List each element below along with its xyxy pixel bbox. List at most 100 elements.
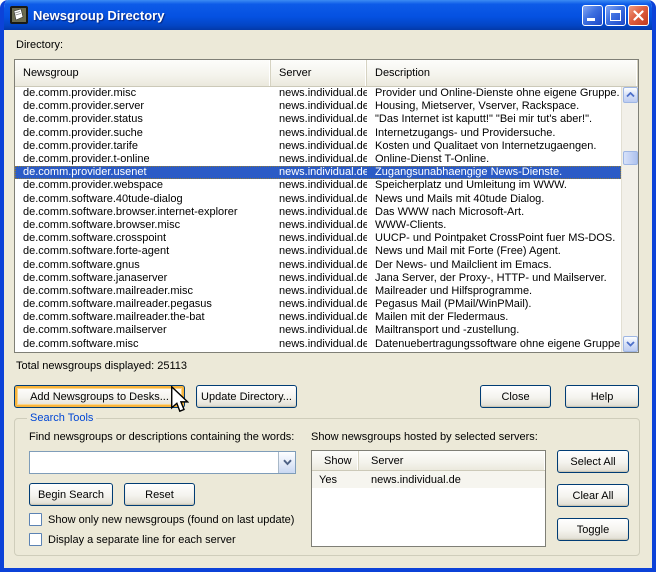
cell-description: Housing, Mietserver, Vserver, Rackspace. <box>375 100 580 113</box>
find-words-label: Find newsgroups or descriptions containi… <box>29 431 295 443</box>
begin-search-button[interactable]: Begin Search <box>29 483 113 506</box>
table-row[interactable]: de.comm.software.misc news.individual.de D… <box>15 338 621 351</box>
cell-description: Pegasus Mail (PMail/WinPMail). <box>375 298 532 311</box>
cell-server: news.individual.de <box>279 245 367 258</box>
show-only-new-checkbox[interactable] <box>29 513 42 526</box>
column-header-show[interactable]: Show <box>312 451 359 470</box>
table-row[interactable]: de.comm.software.browser.internet-explor… <box>15 206 621 219</box>
cell-server: news.individual.de <box>279 258 367 271</box>
newsgroup-directory-window: Newsgroup Directory Directory: Newsgroup… <box>0 0 656 572</box>
total-newsgroups-label: Total newsgroups displayed: 25113 <box>16 360 188 372</box>
search-words-combobox <box>29 451 296 474</box>
table-row[interactable]: de.comm.provider.suche news.individual.de… <box>15 127 621 140</box>
table-row[interactable]: de.comm.software.mailreader.the-bat news.… <box>15 311 621 324</box>
clear-all-button[interactable]: Clear All <box>557 484 629 507</box>
cell-newsgroup: de.comm.provider.status <box>23 113 143 126</box>
table-row[interactable]: de.comm.software.crosspoint news.individu… <box>15 232 621 245</box>
table-row[interactable]: de.comm.software.mailreader.misc news.ind… <box>15 285 621 298</box>
cell-newsgroup: de.comm.provider.tarife <box>23 139 138 152</box>
column-header-description[interactable]: Description <box>367 60 638 86</box>
cell-description: Mailtransport und -zustellung. <box>375 324 520 337</box>
scroll-up-button[interactable] <box>623 87 638 103</box>
add-newsgroups-button[interactable]: Add Newsgroups to Desks... <box>14 385 185 408</box>
cell-description: Kosten und Qualitaet von Internetzugaeng… <box>375 139 597 152</box>
cell-server: news.individual.de <box>279 232 367 245</box>
maximize-button[interactable] <box>605 4 626 26</box>
table-row[interactable]: de.comm.provider.misc news.individual.de P… <box>15 87 621 100</box>
cell-newsgroup: de.comm.software.mailreader.pegasus <box>23 298 212 311</box>
server-row[interactable]: Yes news.individual.de <box>312 471 545 488</box>
cell-description: Speicherplatz und Umleitung im WWW. <box>375 179 567 192</box>
newsgroup-table-header: Newsgroup Server Description <box>15 60 638 87</box>
help-button[interactable]: Help <box>565 385 639 408</box>
window-controls <box>582 4 649 27</box>
table-row[interactable]: de.comm.provider.tarife news.individual.d… <box>15 140 621 153</box>
column-header-newsgroup[interactable]: Newsgroup <box>15 60 271 86</box>
cell-newsgroup: de.comm.provider.usenet <box>23 166 147 179</box>
show-only-new-checkline: Show only new newsgroups (found on last … <box>29 513 294 526</box>
table-row[interactable]: de.comm.provider.status news.individual.d… <box>15 113 621 126</box>
toggle-button[interactable]: Toggle <box>557 518 629 541</box>
close-button[interactable] <box>628 4 649 27</box>
cell-description: Mailen mit der Fledermaus. <box>375 311 509 324</box>
vertical-scrollbar[interactable] <box>621 87 638 352</box>
chevron-down-icon <box>626 341 635 347</box>
cell-newsgroup: de.comm.provider.webspace <box>23 179 164 192</box>
cell-newsgroup: de.comm.provider.suche <box>23 126 143 139</box>
cell-newsgroup: de.comm.software.janaserver <box>23 271 168 284</box>
cell-server: news.individual.de <box>279 324 367 337</box>
search-words-input[interactable] <box>30 452 278 473</box>
close-icon <box>632 9 645 27</box>
titlebar: Newsgroup Directory <box>4 0 652 30</box>
update-directory-button[interactable]: Update Directory... <box>196 385 297 408</box>
cell-server: news.individual.de <box>279 218 367 231</box>
scroll-down-button[interactable] <box>623 336 638 352</box>
table-row[interactable]: de.comm.software.browser.misc news.indivi… <box>15 219 621 232</box>
table-row[interactable]: de.comm.software.janaserver news.individu… <box>15 272 621 285</box>
table-row-selected[interactable]: de.comm.provider.usenet news.individual.d… <box>15 166 621 180</box>
cell-server: news.individual.de <box>279 337 367 350</box>
table-row[interactable]: de.comm.provider.t-online news.individual… <box>15 153 621 166</box>
table-row[interactable]: de.comm.software.40tude-dialog news.indiv… <box>15 193 621 206</box>
search-tools-title: Search Tools <box>27 412 97 424</box>
cell-newsgroup: de.comm.provider.server <box>23 100 145 113</box>
cell-server: news.individual.de <box>279 179 367 192</box>
reset-button[interactable]: Reset <box>124 483 195 506</box>
cell-description: News und Mails mit 40tude Dialog. <box>375 192 545 205</box>
table-row[interactable]: de.comm.provider.server news.individual.d… <box>15 100 621 113</box>
newsgroup-table: Newsgroup Server Description de.comm.pro… <box>14 59 639 353</box>
cell-newsgroup: de.comm.provider.t-online <box>23 153 150 166</box>
select-all-button[interactable]: Select All <box>557 450 629 473</box>
cell-description: UUCP- und Pointpaket CrossPoint fuer MS-… <box>375 232 616 245</box>
table-row[interactable]: de.comm.software.mailserver news.individu… <box>15 324 621 337</box>
cell-description: Mailreader und Hilfsprogramme. <box>375 284 533 297</box>
show-only-new-label: Show only new newsgroups (found on last … <box>48 513 295 526</box>
cell-server: news.individual.de <box>279 153 367 166</box>
separate-line-label: Display a separate line for each server <box>48 533 236 546</box>
newsgroup-table-body: de.comm.provider.misc news.individual.de P… <box>15 87 621 352</box>
cell-server: news.individual.de <box>279 271 367 284</box>
servers-table-header: Show Server <box>312 451 545 471</box>
column-header-server[interactable]: Server <box>271 60 367 86</box>
chevron-up-icon <box>626 92 635 98</box>
cell-newsgroup: de.comm.software.gnus <box>23 258 140 271</box>
table-row[interactable]: de.comm.software.gnus news.individual.de D… <box>15 258 621 271</box>
cell-newsgroup: de.comm.software.browser.internet-explor… <box>23 205 238 218</box>
scrollbar-thumb[interactable] <box>623 151 638 165</box>
minimize-button[interactable] <box>582 4 603 26</box>
cell-server: news.individual.de <box>279 166 367 179</box>
table-row[interactable]: de.comm.software.mailreader.pegasus news.… <box>15 298 621 311</box>
close-dialog-button[interactable]: Close <box>480 385 551 408</box>
column-header-server[interactable]: Server <box>359 451 545 470</box>
cell-description: Zugangsunabhaengige News-Dienste. <box>375 166 563 179</box>
cell-server: news.individual.de <box>371 473 461 486</box>
cell-description: WWW-Clients. <box>375 218 447 231</box>
cell-description: Provider und Online-Dienste ohne eigene … <box>375 87 620 100</box>
hosted-servers-label: Show newsgroups hosted by selected serve… <box>311 431 538 443</box>
combo-dropdown-button[interactable] <box>278 452 295 473</box>
separate-line-checkbox[interactable] <box>29 533 42 546</box>
chevron-down-icon <box>282 459 292 466</box>
minimize-icon <box>587 17 595 21</box>
table-row[interactable]: de.comm.software.forte-agent news.individ… <box>15 245 621 258</box>
table-row[interactable]: de.comm.provider.webspace news.individual… <box>15 179 621 192</box>
